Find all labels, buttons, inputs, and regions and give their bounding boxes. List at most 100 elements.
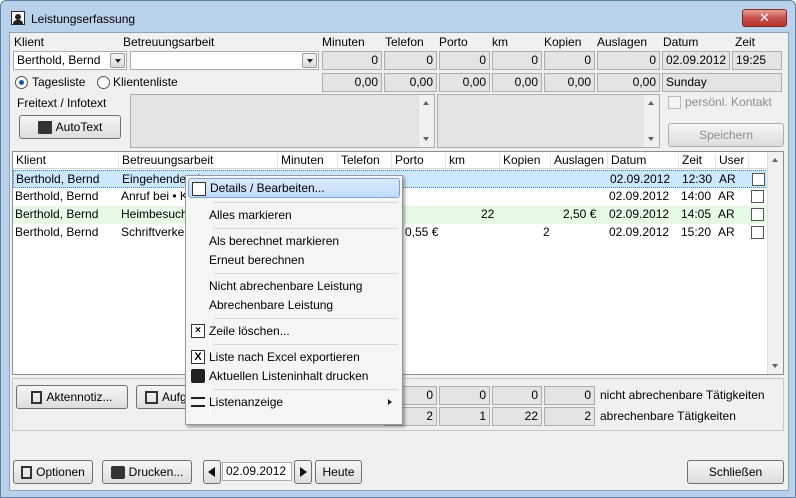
row-checkbox[interactable] bbox=[751, 190, 764, 203]
chevron-down-icon[interactable] bbox=[302, 53, 317, 68]
autotext-button-label: AutoText bbox=[55, 120, 103, 134]
klient-select[interactable]: Berthold, Bernd bbox=[13, 51, 127, 70]
document-icon bbox=[37, 121, 52, 135]
main-window: Leistungserfassung ✕ Klient Betreuungsar… bbox=[0, 0, 796, 498]
menu-excel-export[interactable]: X Liste nach Excel exportieren bbox=[188, 347, 400, 367]
auslagen-input[interactable]: 0 bbox=[597, 51, 660, 70]
radio-tagesliste[interactable] bbox=[15, 76, 28, 89]
freitext-scrollbar[interactable] bbox=[418, 95, 434, 147]
autotext-button[interactable]: AutoText bbox=[19, 115, 121, 139]
klient-select-value: Berthold, Bernd bbox=[17, 53, 101, 67]
cell-datum: 02.09.2012 bbox=[609, 189, 670, 203]
radio-tagesliste-label: Tagesliste bbox=[32, 75, 86, 89]
radio-klientenliste[interactable] bbox=[97, 76, 110, 89]
col-minuten[interactable]: Minuten bbox=[278, 153, 338, 168]
aktennotiz-button[interactable]: Aktennotiz... bbox=[16, 385, 128, 409]
col-user[interactable]: User bbox=[716, 153, 749, 168]
freitext-memo[interactable] bbox=[130, 94, 435, 148]
col-kopien[interactable]: Kopien bbox=[500, 153, 551, 168]
close-window-button[interactable]: ✕ bbox=[742, 9, 787, 27]
nicht-abrechenbar-km: 0 bbox=[439, 386, 490, 405]
total-auslagen: 0,00 bbox=[597, 73, 660, 92]
telefon-input[interactable]: 0 bbox=[384, 51, 437, 70]
cell-user: AR bbox=[718, 225, 735, 239]
cell-arbeit: Schriftverkehr bbox=[121, 225, 191, 239]
menu-item-label: Nicht abrechenbare Leistung bbox=[209, 279, 363, 293]
printer-icon bbox=[110, 466, 125, 480]
next-day-button[interactable] bbox=[294, 460, 312, 484]
aktennotiz-button-label: Aktennotiz... bbox=[46, 390, 113, 404]
kopien-input[interactable]: 0 bbox=[544, 51, 595, 70]
menu-alles-markieren[interactable]: Alles markieren bbox=[188, 205, 400, 225]
label-minuten: Minuten bbox=[322, 35, 365, 49]
menu-erneut-berechnen[interactable]: Erneut berechnen bbox=[188, 250, 400, 270]
schliessen-button[interactable]: Schließen bbox=[687, 460, 784, 484]
persoenl-kontakt-checkbox[interactable] bbox=[668, 96, 681, 109]
prev-day-button[interactable] bbox=[203, 460, 221, 484]
menu-item-label: Als berechnet markieren bbox=[209, 234, 340, 248]
abrechenbar-kopien: 22 bbox=[492, 407, 542, 426]
km-input[interactable]: 0 bbox=[492, 51, 542, 70]
col-auslagen[interactable]: Auslagen bbox=[551, 153, 608, 168]
menu-item-label: Listenanzeige bbox=[209, 395, 284, 409]
cell-klient: Berthold, Bernd bbox=[15, 189, 99, 203]
delete-icon: × bbox=[191, 324, 205, 338]
datum-input[interactable]: 02.09.2012 bbox=[662, 51, 730, 70]
menu-item-label: Aktuellen Listeninhalt drucken bbox=[209, 369, 369, 383]
col-betreuungsarbeit[interactable]: Betreuungsarbeit bbox=[119, 153, 278, 168]
nicht-abrechenbar-kopien: 0 bbox=[492, 386, 542, 405]
date-input[interactable]: 02.09.2012 bbox=[222, 462, 292, 481]
cell-user: AR bbox=[718, 207, 735, 221]
menu-listeninhalt-drucken[interactable]: Aktuellen Listeninhalt drucken bbox=[188, 366, 400, 386]
menu-als-berechnet-markieren[interactable]: Als berechnet markieren bbox=[188, 231, 400, 251]
menu-item-label: Alles markieren bbox=[209, 208, 292, 222]
abrechenbar-auslagen: 2 bbox=[544, 407, 595, 426]
infotext-scrollbar[interactable] bbox=[643, 95, 659, 147]
cell-porto: 0,55 € bbox=[405, 225, 439, 239]
calendar-icon bbox=[145, 391, 158, 405]
menu-listenanzeige[interactable]: Listenanzeige bbox=[188, 392, 400, 412]
heute-button[interactable]: Heute bbox=[315, 460, 362, 484]
cell-user: AR bbox=[718, 189, 735, 203]
speichern-button[interactable]: Speichern bbox=[668, 123, 784, 147]
betreuungsarbeit-select[interactable] bbox=[130, 51, 319, 70]
total-km: 0,00 bbox=[492, 73, 542, 92]
clipboard-icon bbox=[31, 391, 43, 405]
table-scrollbar[interactable] bbox=[767, 152, 783, 374]
menu-abrechenbare-leistung[interactable]: Abrechenbare Leistung bbox=[188, 295, 400, 315]
col-telefon[interactable]: Telefon bbox=[338, 153, 392, 168]
optionen-button[interactable]: Optionen bbox=[13, 460, 93, 484]
col-zeit[interactable]: Zeit bbox=[679, 153, 716, 168]
infotext-memo[interactable] bbox=[437, 94, 660, 148]
zeit-input[interactable]: 19:25 bbox=[732, 51, 782, 70]
chevron-down-icon[interactable] bbox=[110, 53, 125, 68]
abrechenbar-label: abrechenbare Tätigkeiten bbox=[600, 409, 736, 423]
menu-item-label: Liste nach Excel exportieren bbox=[209, 350, 360, 364]
menu-zeile-loeschen[interactable]: × Zeile löschen... bbox=[188, 321, 400, 341]
label-zeit: Zeit bbox=[735, 35, 756, 49]
cell-kopien: 2 bbox=[543, 225, 550, 239]
porto-input[interactable]: 0 bbox=[439, 51, 490, 70]
col-datum[interactable]: Datum bbox=[608, 153, 679, 168]
minuten-input[interactable]: 0 bbox=[322, 51, 382, 70]
edit-icon bbox=[192, 182, 206, 196]
drucken-button[interactable]: Drucken... bbox=[102, 460, 192, 484]
nicht-abrechenbar-label: nicht abrechenbare Tätigkeiten bbox=[600, 388, 765, 402]
cell-zeit: 14:00 bbox=[681, 189, 712, 203]
menu-nicht-abrechenbare-leistung[interactable]: Nicht abrechenbare Leistung bbox=[188, 276, 400, 296]
col-klient[interactable]: Klient bbox=[13, 153, 119, 168]
row-checkbox[interactable] bbox=[752, 173, 765, 186]
total-telefon: 0,00 bbox=[384, 73, 437, 92]
cell-datum: 02.09.2012 bbox=[609, 225, 670, 239]
app-user-icon bbox=[11, 11, 25, 25]
list-icon bbox=[191, 397, 205, 407]
row-checkbox[interactable] bbox=[751, 208, 764, 221]
menu-details-bearbeiten[interactable]: Details / Bearbeiten... bbox=[188, 178, 400, 198]
col-km[interactable]: km bbox=[446, 153, 500, 168]
title-bar[interactable]: Leistungserfassung ✕ bbox=[1, 1, 795, 31]
col-porto[interactable]: Porto bbox=[392, 153, 446, 168]
radio-klientenliste-label: Klientenliste bbox=[113, 75, 178, 89]
label-betreuungsarbeit: Betreuungsarbeit bbox=[123, 35, 215, 49]
total-porto: 0,00 bbox=[439, 73, 490, 92]
row-checkbox[interactable] bbox=[751, 226, 764, 239]
